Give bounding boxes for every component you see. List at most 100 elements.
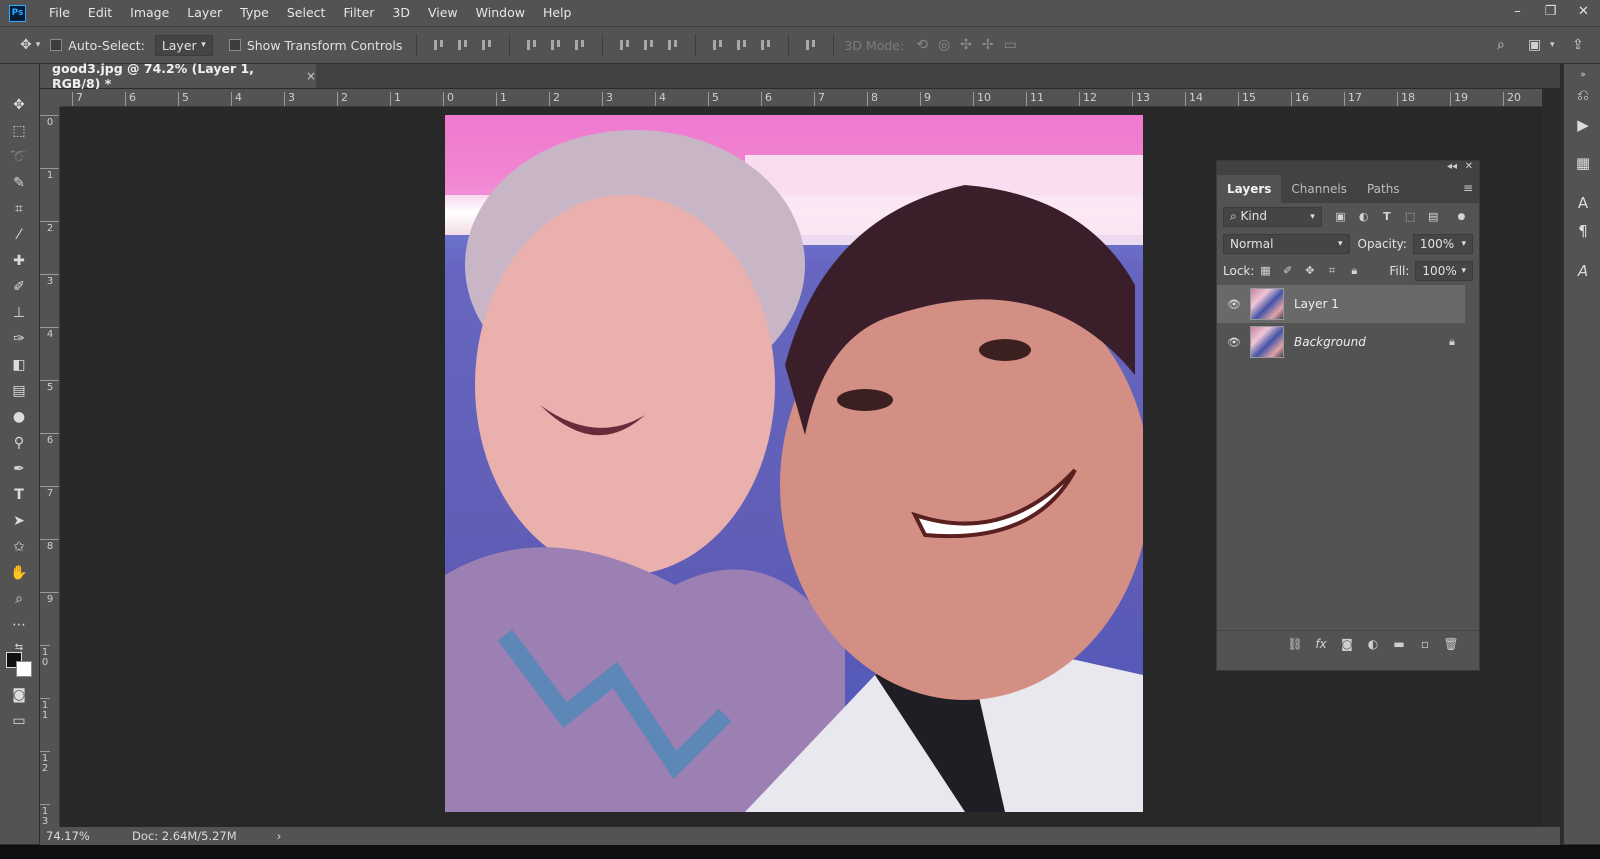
menu-window[interactable]: Window [467,0,534,26]
menu-3d[interactable]: 3D [383,0,419,26]
chevron-down-icon[interactable]: ▾ [36,40,41,50]
menu-help[interactable]: Help [534,0,581,26]
search-icon[interactable]: ⌕ [1497,37,1505,53]
lock-position-icon[interactable]: ✥ [1304,264,1316,278]
dodge-icon[interactable]: ⚲ [8,432,30,454]
align-left-icon[interactable] [525,38,539,52]
pen-icon[interactable]: ✒ [8,458,30,480]
auto-select-target-select[interactable]: Layer ▾ [154,34,213,56]
panel-menu-icon[interactable]: ≡ [1463,181,1473,195]
healing-brush-icon[interactable]: ✚ [8,250,30,272]
glyphs-panel-icon[interactable]: A [1574,262,1592,280]
paragraph-panel-icon[interactable]: ¶ [1574,222,1592,240]
more-tools-icon[interactable]: ⋯ [8,614,30,636]
quick-selection-icon[interactable]: ✎ [8,172,30,194]
menu-type[interactable]: Type [231,0,278,26]
history-brush-icon[interactable]: ✑ [8,328,30,350]
zoom-level[interactable]: 74.17% [46,829,116,843]
close-tab-icon[interactable]: × [306,69,316,83]
actions-panel-icon[interactable]: ▶ [1574,116,1592,134]
menu-image[interactable]: Image [121,0,178,26]
menu-layer[interactable]: Layer [178,0,231,26]
crop-icon[interactable]: ⌗ [8,198,30,220]
history-panel-icon[interactable]: ⎌ [1574,86,1592,104]
document-image[interactable] [445,115,1143,812]
3d-pan-icon[interactable]: ✣ [960,37,972,53]
hand-icon[interactable]: ✋ [8,562,30,584]
background-color-swatch[interactable] [16,661,32,677]
collapse-panel-icon[interactable]: ◂◂ [1447,161,1457,172]
3d-orbit-icon[interactable]: ⟲ [916,37,928,53]
filter-toggle-icon[interactable]: ● [1455,210,1468,224]
eraser-icon[interactable]: ◧ [8,354,30,376]
3d-scale-icon[interactable]: ▭ [1004,37,1017,53]
lock-all-icon[interactable]: 🔒︎ [1348,264,1360,278]
character-panel-icon[interactable]: A [1574,194,1592,212]
share-icon[interactable]: ⇪ [1572,37,1584,53]
libraries-panel-icon[interactable]: ▦ [1574,154,1592,172]
close-button[interactable]: ✕ [1567,0,1600,22]
document-tab[interactable]: good3.jpg @ 74.2% (Layer 1, RGB/8) * × [40,61,316,91]
rectangular-marquee-icon[interactable]: ⬚ [8,120,30,142]
distribute-vertical-center-icon[interactable] [642,38,656,52]
menu-edit[interactable]: Edit [79,0,121,26]
distribute-bottom-icon[interactable] [666,38,680,52]
menu-file[interactable]: File [40,0,79,26]
tab-layers[interactable]: Layers [1217,175,1282,203]
align-horizontal-center-icon[interactable] [549,38,563,52]
type-icon[interactable]: T [8,484,30,506]
fill-input[interactable]: 100% ▾ [1415,260,1473,281]
filter-smart-object-icon[interactable]: ▤ [1427,210,1440,224]
shape-icon[interactable]: ✩ [8,536,30,558]
filter-adjustment-icon[interactable]: ◐ [1357,210,1370,224]
align-bottom-icon[interactable] [480,38,494,52]
opacity-input[interactable]: 100% ▾ [1412,233,1473,254]
status-menu-arrow[interactable]: › [277,829,282,843]
path-selection-icon[interactable]: ➤ [8,510,30,532]
tab-channels[interactable]: Channels [1281,175,1357,203]
filter-pixel-icon[interactable]: ▣ [1334,210,1347,224]
trash-icon[interactable]: 🗑︎ [1443,636,1459,652]
gradient-icon[interactable]: ▤ [8,380,30,402]
filter-shape-icon[interactable]: ⬚ [1403,210,1416,224]
eye-icon[interactable]: 👁︎ [1227,298,1241,311]
distribute-left-icon[interactable] [711,38,725,52]
3d-roll-icon[interactable]: ◎ [938,37,950,53]
auto-align-layers-icon[interactable] [804,38,818,52]
auto-select-checkbox[interactable] [50,39,63,51]
lasso-icon[interactable]: ➰ [8,146,30,168]
minimize-button[interactable]: – [1501,0,1534,22]
collapse-dock-icon[interactable]: » [1574,66,1592,84]
new-layer-icon[interactable]: ▫ [1417,636,1433,652]
quick-mask-icon[interactable]: ◙ [8,684,30,706]
blend-mode-select[interactable]: Normal ▾ [1223,233,1350,254]
move-tool-preset-icon[interactable]: ✥ [20,37,32,53]
layer-row-layer-1[interactable]: 👁︎ Layer 1 [1217,285,1465,323]
layer-row-background[interactable]: 👁︎ Background 🔒︎ [1217,323,1479,361]
move-icon[interactable]: ✥ [8,94,30,116]
link-layers-icon[interactable]: ⛓ [1287,636,1303,652]
align-right-icon[interactable] [573,38,587,52]
distribute-right-icon[interactable] [759,38,773,52]
adjustment-layer-icon[interactable]: ◐ [1365,636,1381,652]
menu-select[interactable]: Select [278,0,335,26]
tab-paths[interactable]: Paths [1357,175,1410,203]
close-panel-icon[interactable]: ✕ [1465,161,1473,172]
menu-view[interactable]: View [419,0,467,26]
workspace-icon[interactable]: ▣ [1528,37,1541,53]
distribute-top-icon[interactable] [618,38,632,52]
eyedropper-icon[interactable]: ⁄ [8,224,30,246]
3d-slide-icon[interactable]: ✢ [982,37,994,53]
clone-stamp-icon[interactable]: ⊥ [8,302,30,324]
align-top-icon[interactable] [432,38,446,52]
filter-type-icon[interactable]: T [1380,210,1393,224]
screen-mode-icon[interactable]: ▭ [8,710,30,732]
filter-kind-select[interactable]: ⌕ Kind ▾ [1223,206,1322,227]
eye-icon[interactable]: 👁︎ [1227,336,1241,349]
chevron-down-icon[interactable]: ▾ [1550,40,1555,50]
restore-button[interactable]: ❐ [1534,0,1567,22]
layer-style-icon[interactable]: fx [1313,636,1329,652]
show-transform-checkbox[interactable] [228,39,241,51]
blur-icon[interactable]: ● [8,406,30,428]
lock-transparent-icon[interactable]: ▦ [1259,264,1271,278]
